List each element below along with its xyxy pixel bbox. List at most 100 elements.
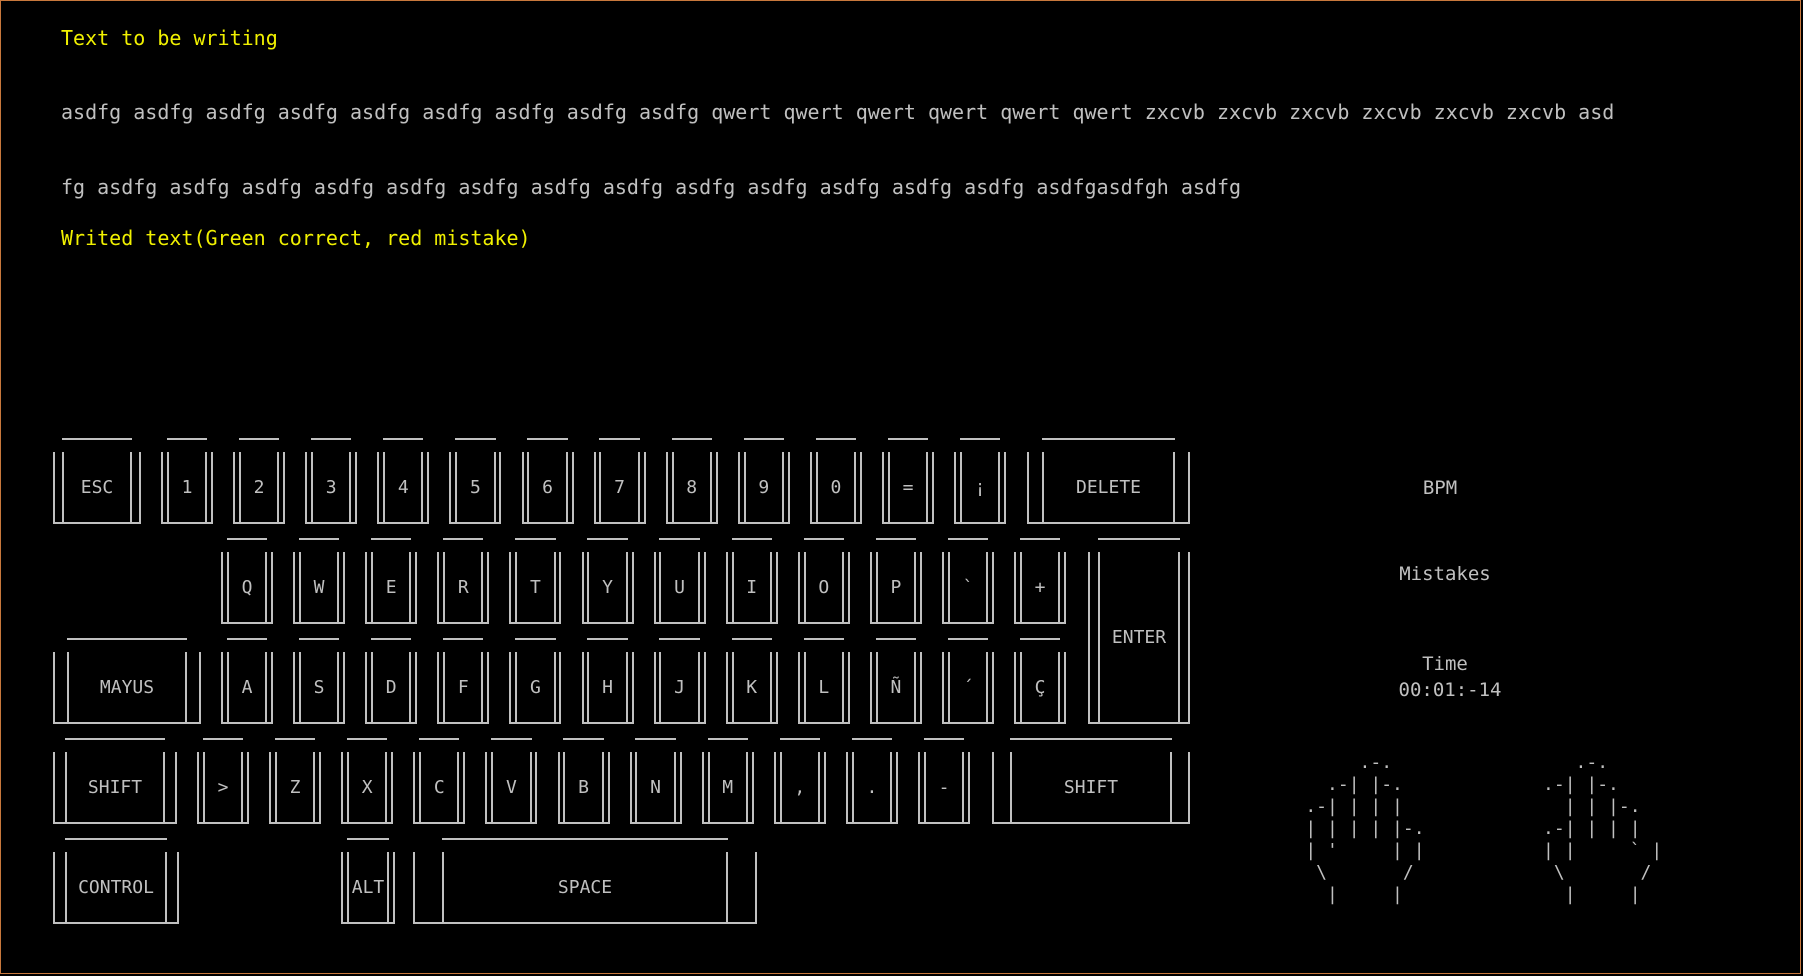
- key-4[interactable]: 4: [377, 438, 430, 524]
- key-equals[interactable]: =: [882, 438, 934, 524]
- key-e[interactable]: E: [365, 538, 418, 624]
- key-label: T: [529, 576, 541, 598]
- key-p[interactable]: P: [869, 538, 922, 624]
- key-label: 4: [397, 476, 409, 498]
- key-shift-right[interactable]: SHIFT: [992, 738, 1190, 824]
- key-label: 5: [469, 476, 481, 498]
- key-label: Ç: [1034, 676, 1046, 698]
- key-3[interactable]: 3: [305, 438, 358, 524]
- key-6[interactable]: 6: [521, 438, 574, 524]
- key-label: R: [457, 576, 469, 598]
- key-label: 1: [181, 476, 193, 498]
- key-label: MAYUS: [99, 676, 155, 698]
- key-period[interactable]: .: [845, 738, 898, 824]
- right-hand-art: .-. .-| |-. | | |-. .-| | | | | | ` | \ …: [1543, 752, 1663, 905]
- key-u[interactable]: U: [653, 538, 706, 624]
- key-o[interactable]: O: [797, 538, 850, 624]
- key-0[interactable]: 0: [809, 438, 862, 524]
- key-alt[interactable]: ALT: [341, 838, 395, 924]
- prompt-heading: Text to be writing: [61, 26, 278, 50]
- key-label: A: [241, 676, 253, 698]
- key-5[interactable]: 5: [449, 438, 502, 524]
- prompt-line: asdfg asdfg asdfg asdfg asdfg asdfg asdf…: [61, 100, 1615, 124]
- key-2[interactable]: 2: [233, 438, 286, 524]
- key-control[interactable]: CONTROL: [53, 838, 179, 924]
- key-mayus[interactable]: MAYUS: [53, 638, 201, 724]
- key-delete[interactable]: DELETE: [1027, 438, 1190, 524]
- key-esc[interactable]: ESC: [53, 438, 141, 524]
- key-g[interactable]: G: [509, 638, 562, 724]
- key-x[interactable]: X: [341, 738, 394, 824]
- key-plus[interactable]: +: [1014, 538, 1067, 624]
- key-label: C: [433, 776, 445, 798]
- key-8[interactable]: 8: [665, 438, 718, 524]
- key-label: .: [866, 776, 878, 798]
- key-z[interactable]: Z: [269, 738, 322, 824]
- key-minus[interactable]: -: [918, 738, 970, 824]
- key-label: P: [890, 576, 902, 598]
- key-1[interactable]: 1: [161, 438, 213, 524]
- time-value: 00:01:-14: [1398, 679, 1502, 701]
- key-k[interactable]: K: [725, 638, 778, 724]
- key-enter[interactable]: ENTER: [1088, 538, 1190, 724]
- key-label: L: [818, 676, 830, 698]
- key-label: D: [385, 676, 397, 698]
- key-t[interactable]: T: [509, 538, 562, 624]
- key-h[interactable]: H: [581, 638, 634, 724]
- key-space[interactable]: SPACE: [413, 838, 757, 924]
- key-label: CONTROL: [78, 876, 154, 898]
- key-r[interactable]: R: [437, 538, 490, 624]
- key-w[interactable]: W: [293, 538, 346, 624]
- key-9[interactable]: 9: [737, 438, 790, 524]
- key-n-tilde[interactable]: Ñ: [869, 638, 922, 724]
- bpm-label: BPM: [1422, 477, 1458, 499]
- key-a[interactable]: A: [221, 638, 273, 724]
- key-label: >: [217, 776, 229, 798]
- key-label: ESC: [80, 476, 114, 498]
- key-y[interactable]: Y: [581, 538, 634, 624]
- key-i[interactable]: I: [725, 538, 778, 624]
- key-q[interactable]: Q: [221, 538, 273, 624]
- key-label: I: [746, 576, 758, 598]
- key-shift-left[interactable]: SHIFT: [53, 738, 177, 824]
- key-label: Q: [241, 576, 253, 598]
- key-label: -: [938, 776, 950, 798]
- key-l[interactable]: L: [797, 638, 850, 724]
- key-c-cedilla[interactable]: Ç: [1014, 638, 1067, 724]
- key-j[interactable]: J: [653, 638, 706, 724]
- key-acute[interactable]: ´: [942, 638, 994, 724]
- key-label: X: [361, 776, 373, 798]
- time-label: Time: [1422, 653, 1468, 675]
- key-v[interactable]: V: [485, 738, 538, 824]
- key-label: W: [313, 576, 325, 598]
- key-grave[interactable]: `: [942, 538, 994, 624]
- key-label: ,: [794, 776, 806, 798]
- key-label: J: [674, 676, 686, 698]
- key-label: E: [385, 576, 397, 598]
- key-label: H: [602, 676, 613, 698]
- typed-text-area[interactable]: [61, 256, 1701, 376]
- key-f[interactable]: F: [437, 638, 490, 724]
- key-s[interactable]: S: [293, 638, 346, 724]
- key-label: SHIFT: [87, 776, 143, 798]
- key-label: +: [1034, 576, 1046, 598]
- key-label: M: [722, 776, 734, 798]
- key-comma[interactable]: ,: [773, 738, 826, 824]
- key-label: SPACE: [557, 876, 613, 898]
- typed-heading: Writed text(Green correct, red mistake): [61, 226, 531, 250]
- key-b[interactable]: B: [557, 738, 610, 824]
- key-label: Y: [602, 576, 613, 598]
- key-greater-than[interactable]: >: [197, 738, 249, 824]
- key-7[interactable]: 7: [593, 438, 646, 524]
- key-label: =: [902, 476, 914, 498]
- key-label: 3: [325, 476, 337, 498]
- key-d[interactable]: D: [365, 638, 418, 724]
- key-inverted-exclamation[interactable]: ¡: [954, 438, 1007, 524]
- key-label: F: [457, 676, 469, 698]
- key-label: ¡: [974, 476, 986, 498]
- key-n[interactable]: N: [629, 738, 682, 824]
- key-label: G: [529, 676, 541, 698]
- key-m[interactable]: M: [701, 738, 754, 824]
- key-c[interactable]: C: [413, 738, 466, 824]
- key-label: O: [818, 576, 830, 598]
